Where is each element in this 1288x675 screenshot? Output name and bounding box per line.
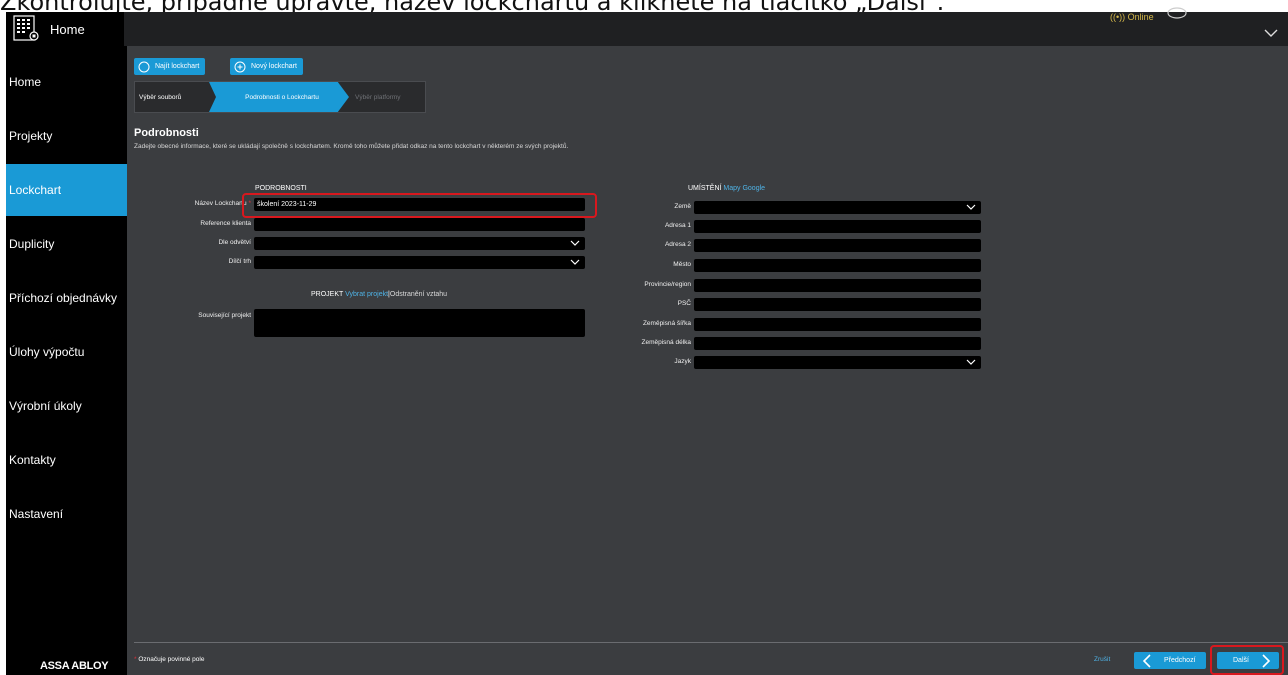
google-maps-link[interactable]: Mapy Google (723, 185, 765, 192)
sidebar-item-vyrobni-ukoly[interactable]: Výrobní úkoly (6, 380, 127, 432)
assa-abloy-logo: ASSA ABLOY (40, 660, 109, 672)
submarket-select[interactable] (254, 256, 585, 269)
sidebar-item-nastaveni[interactable]: Nastavení (6, 488, 127, 540)
sidebar-item-ulohy-vypoctu[interactable]: Úlohy výpočtu (6, 326, 127, 378)
app-window: Home ((•)) Online Home Projekty Lockchar… (6, 7, 1288, 675)
online-status: ((•)) Online (1110, 12, 1154, 22)
required-field-note: * Označuje povinné pole (134, 656, 205, 663)
previous-button[interactable]: Předchozí (1134, 652, 1206, 669)
remove-relation-link[interactable]: Odstranění vztahu (390, 291, 447, 298)
latitude-label: Zeměpisná šířka (642, 320, 691, 327)
top-bar: Home ((•)) Online (6, 7, 1288, 46)
new-lockchart-button[interactable]: Nový lockchart (230, 58, 303, 75)
wizard-step-lockchart-details[interactable]: Podrobnosti o Lockchartu (209, 82, 349, 112)
home-label: Home (50, 21, 85, 37)
find-lockchart-button[interactable]: Najít lockchart (134, 58, 206, 75)
location-heading: UMÍSTĚNÍ Mapy Google (688, 185, 766, 192)
new-lockchart-label: Nový lockchart (251, 63, 297, 70)
wizard-step-file-selection[interactable]: Výběr souborů (139, 82, 211, 112)
wizard-step-platform-selection: Výběr platformy (355, 93, 401, 101)
lockchart-logo-icon (13, 15, 39, 41)
home-button[interactable]: Home (6, 12, 124, 46)
postal-code-input[interactable] (694, 298, 981, 311)
sidebar-item-duplicity[interactable]: Duplicity (6, 218, 127, 270)
add-icon (234, 61, 246, 72)
cancel-link[interactable]: Zrušit (1094, 656, 1110, 663)
chevron-down-icon (966, 204, 976, 210)
related-project-input[interactable] (254, 309, 585, 337)
select-project-link[interactable]: Vybrat projekt (345, 291, 388, 298)
wizard-steps: Výběr souborů Podrobnosti o Lockchartu V… (134, 81, 426, 113)
chevron-left-icon (1142, 653, 1151, 668)
sidebar-item-projekty[interactable]: Projekty (6, 110, 127, 162)
page-description: Zadejte obecné informace, které se uklád… (134, 143, 569, 150)
client-reference-label: Reference klienta (200, 220, 251, 227)
longitude-label: Zeměpisná délka (641, 339, 692, 346)
latitude-input[interactable] (694, 318, 981, 331)
industry-label: Dle odvětví (218, 239, 251, 246)
language-select[interactable] (694, 356, 981, 369)
client-reference-input[interactable] (254, 218, 585, 231)
page-title: Podrobnosti (134, 127, 199, 139)
country-label: Země (674, 203, 691, 210)
longitude-input[interactable] (694, 337, 981, 350)
footer-divider (134, 642, 1288, 643)
region-label: Provincie/region (644, 281, 691, 288)
chevron-down-icon (966, 359, 976, 365)
sidebar-item-prichozi-objednavky[interactable]: Příchozí objednávky (6, 272, 127, 324)
city-input[interactable] (694, 259, 981, 272)
submarket-label: Dílčí trh (228, 258, 251, 265)
lockchart-name-label: Název Lockchartu * (194, 200, 251, 207)
main-content: Najít lockchart Nový lockchart Výběr sou… (127, 46, 1288, 675)
region-input[interactable] (694, 279, 981, 292)
search-icon (138, 61, 150, 72)
industry-select[interactable] (254, 237, 585, 250)
highlight-name-field (242, 193, 597, 218)
chevron-down-icon[interactable] (1264, 28, 1278, 38)
sidebar-item-home[interactable]: Home (6, 56, 127, 108)
details-heading: PODROBNOSTI (255, 185, 307, 192)
language-label: Jazyk (674, 358, 691, 365)
sidebar-item-lockchart[interactable]: Lockchart (6, 164, 127, 216)
highlight-next-button (1210, 645, 1284, 675)
project-heading: PROJEKT Vybrat projekt|Odstranění vztahu (311, 291, 448, 298)
address1-input[interactable] (694, 220, 981, 233)
address2-input[interactable] (694, 239, 981, 252)
address2-label: Adresa 2 (664, 241, 691, 248)
country-select[interactable] (694, 201, 981, 214)
city-label: Město (673, 261, 691, 268)
previous-label: Předchozí (1164, 657, 1196, 664)
related-project-label: Související projekt (198, 312, 251, 319)
postal-code-label: PSČ (677, 300, 691, 307)
user-icon[interactable] (1166, 6, 1188, 20)
sidebar-item-kontakty[interactable]: Kontakty (6, 434, 127, 486)
find-lockchart-label: Najít lockchart (155, 63, 200, 70)
sidebar: Home Projekty Lockchart Duplicity Přícho… (6, 46, 127, 675)
address1-label: Adresa 1 (664, 222, 691, 229)
